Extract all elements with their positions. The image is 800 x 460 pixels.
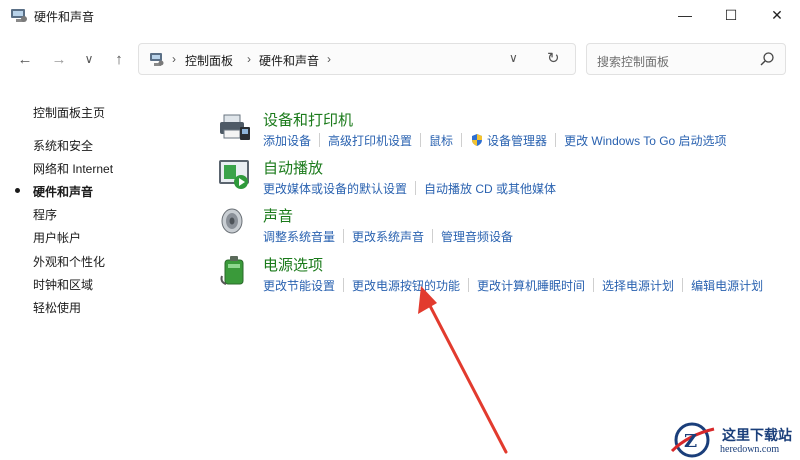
site-watermark: Z 这里下载站 heredown.com <box>668 421 798 459</box>
link-divider <box>468 278 470 292</box>
link-advanced-printer-settings[interactable]: 高级打印机设置 <box>328 132 412 149</box>
watermark-name: 这里下载站 <box>722 428 792 444</box>
category-sound: 声音 调整系统音量 更改系统声音 管理音频设备 <box>218 205 798 251</box>
category-links: 更改媒体或设备的默认设置 自动播放 CD 或其他媒体 <box>263 179 556 197</box>
sidebar-item-ease-of-access[interactable]: 轻松使用 <box>33 299 81 316</box>
search-placeholder: 搜索控制面板 <box>597 55 670 69</box>
link-divider <box>432 229 434 243</box>
shield-icon <box>472 134 483 146</box>
up-button[interactable]: ↑ <box>108 48 130 70</box>
link-mouse[interactable]: 鼠标 <box>429 132 453 149</box>
link-divider <box>343 278 345 292</box>
link-divider <box>420 133 422 147</box>
link-manage-audio-devices[interactable]: 管理音频设备 <box>441 228 513 245</box>
search-input[interactable]: 搜索控制面板 <box>586 43 786 75</box>
link-power-saving-settings[interactable]: 更改节能设置 <box>263 277 335 294</box>
category-links: 更改节能设置 更改电源按钮的功能 更改计算机睡眠时间 选择电源计划 编辑电源计划 <box>263 276 763 294</box>
category-links: 调整系统音量 更改系统声音 管理音频设备 <box>263 227 513 245</box>
navigation-bar: ← → ∨ ↑ › 控制面板 › 硬件和声音 › ∨ ↻ 搜索控制面板 <box>0 40 800 78</box>
breadcrumb-separator: › <box>247 52 251 66</box>
search-icon[interactable] <box>759 51 775 67</box>
sidebar-item-clock-region[interactable]: 时钟和区域 <box>33 276 93 293</box>
maximize-button[interactable]: ☐ <box>708 0 754 30</box>
sidebar-item-network[interactable]: 网络和 Internet <box>33 160 113 177</box>
recent-locations-button[interactable]: ∨ <box>78 48 100 70</box>
category-links: 添加设备 高级打印机设置 鼠标 设备管理器 更改 Windows To Go 启… <box>263 131 727 149</box>
control-panel-icon <box>11 9 27 22</box>
watermark-url: heredown.com <box>720 444 780 455</box>
window-title: 硬件和声音 <box>34 10 95 24</box>
address-dropdown-button[interactable]: ∨ <box>509 51 518 65</box>
link-sleep-time[interactable]: 更改计算机睡眠时间 <box>477 277 585 294</box>
link-device-manager[interactable]: 设备管理器 <box>487 132 547 149</box>
link-change-default-media[interactable]: 更改媒体或设备的默认设置 <box>263 180 407 197</box>
link-power-button-function[interactable]: 更改电源按钮的功能 <box>352 277 460 294</box>
svg-text:Z: Z <box>684 431 697 452</box>
link-adjust-volume[interactable]: 调整系统音量 <box>263 228 335 245</box>
link-add-device[interactable]: 添加设备 <box>263 132 311 149</box>
link-edit-power-plan[interactable]: 编辑电源计划 <box>691 277 763 294</box>
printer-icon <box>220 114 250 140</box>
battery-icon <box>220 256 244 285</box>
speaker-icon <box>221 208 243 234</box>
link-divider <box>343 229 345 243</box>
back-button[interactable]: ← <box>14 48 36 70</box>
sidebar-item-appearance[interactable]: 外观和个性化 <box>33 253 105 270</box>
link-divider <box>555 133 557 147</box>
watermark-logo-icon: Z <box>670 422 715 458</box>
control-panel-icon <box>150 53 164 66</box>
active-indicator <box>15 188 20 193</box>
sidebar-item-user-accounts[interactable]: 用户帐户 <box>33 229 81 246</box>
category-title[interactable]: 电源选项 <box>263 254 323 275</box>
link-divider <box>593 278 595 292</box>
link-divider <box>461 133 463 147</box>
category-autoplay: 自动播放 更改媒体或设备的默认设置 自动播放 CD 或其他媒体 <box>218 157 798 203</box>
sidebar-item-hardware-sound[interactable]: 硬件和声音 <box>33 183 93 200</box>
close-button[interactable]: ✕ <box>754 0 800 30</box>
link-windows-to-go[interactable]: 更改 Windows To Go 启动选项 <box>564 132 726 149</box>
minimize-button[interactable]: — <box>662 0 708 30</box>
category-title[interactable]: 声音 <box>263 205 293 226</box>
sidebar-item-system-security[interactable]: 系统和安全 <box>33 137 93 154</box>
autoplay-icon <box>219 160 249 189</box>
breadcrumb-separator: › <box>172 52 176 66</box>
link-autoplay-cd[interactable]: 自动播放 CD 或其他媒体 <box>424 180 556 197</box>
link-divider <box>415 181 417 195</box>
breadcrumb-control-panel[interactable]: 控制面板 <box>185 52 233 69</box>
sidebar-item-programs[interactable]: 程序 <box>33 206 57 223</box>
forward-button[interactable]: → <box>48 48 70 70</box>
breadcrumb-hardware-sound[interactable]: 硬件和声音 <box>259 52 319 69</box>
link-choose-power-plan[interactable]: 选择电源计划 <box>602 277 674 294</box>
category-title[interactable]: 自动播放 <box>263 157 323 178</box>
sidebar-item-home[interactable]: 控制面板主页 <box>33 104 105 121</box>
category-title[interactable]: 设备和打印机 <box>263 109 353 130</box>
breadcrumb-separator: › <box>327 52 331 66</box>
title-bar: 硬件和声音 — ☐ ✕ <box>0 0 800 30</box>
link-divider <box>682 278 684 292</box>
link-divider <box>319 133 321 147</box>
address-bar[interactable]: › 控制面板 › 硬件和声音 › ∨ ↻ <box>138 43 576 75</box>
link-change-system-sounds[interactable]: 更改系统声音 <box>352 228 424 245</box>
category-power-options: 电源选项 更改节能设置 更改电源按钮的功能 更改计算机睡眠时间 选择电源计划 编… <box>218 254 798 300</box>
category-devices-printers: 设备和打印机 添加设备 高级打印机设置 鼠标 设备管理器 更改 Windows … <box>218 109 798 155</box>
refresh-button[interactable]: ↻ <box>547 49 560 67</box>
